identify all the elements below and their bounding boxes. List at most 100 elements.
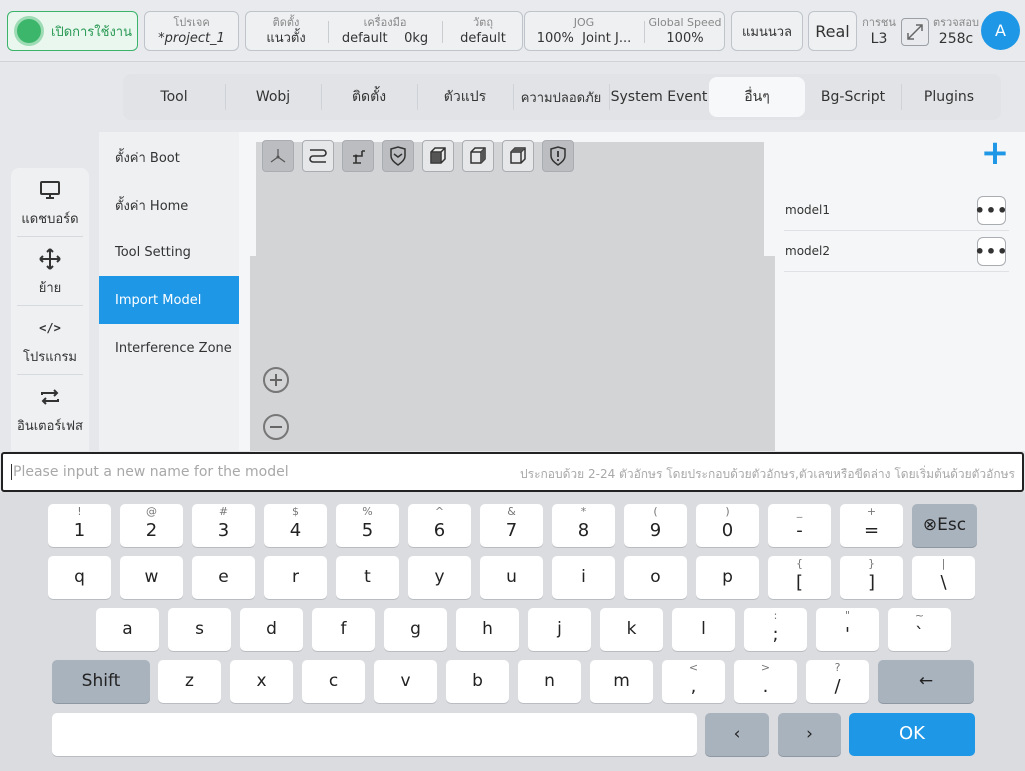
space-key[interactable] [52,713,697,756]
key-j[interactable]: j [528,608,591,651]
robot-arm-icon[interactable] [342,140,374,172]
key-/[interactable]: ? / [806,660,869,703]
key-4[interactable]: $4 [264,504,327,547]
key-r[interactable]: r [264,556,327,599]
key-'[interactable]: " ' [816,608,879,651]
key-5[interactable]: % 5 [336,504,399,547]
key-h[interactable]: h [456,608,519,651]
cube-side-icon[interactable] [462,140,494,172]
key-1[interactable]: ! 1 [48,504,111,547]
key-w[interactable]: w [120,556,183,599]
menu-boot-settings[interactable]: ตั้งค่า Boot [99,133,239,181]
tab-plugins[interactable]: Plugins [901,74,997,120]
manual-button[interactable]: แมนนวล [731,11,803,51]
key--[interactable]: _ - [768,504,831,547]
more-options-button[interactable]: ••• [975,237,1007,266]
key-0[interactable]: ) 0 [696,504,759,547]
key-p[interactable]: p [696,556,759,599]
key-.[interactable]: >. [734,660,797,703]
ok-button[interactable]: OK [849,713,975,756]
key-f[interactable]: f [312,608,375,651]
key-i[interactable]: i [552,556,615,599]
menu-interference-zone[interactable]: Interference Zone [99,324,239,372]
model-row[interactable]: model2 ••• [784,231,1009,272]
tab-safety[interactable]: ความปลอดภัย [513,74,609,120]
expand-icon[interactable] [901,18,929,46]
tab-wobj[interactable]: Wobj [225,74,321,120]
model-name-input[interactable]: Please input a new name for the model ปร… [1,452,1024,492]
menu-home-settings[interactable]: ตั้งค่า Home [99,181,239,229]
axis-view-icon[interactable] [262,140,294,172]
tab-mount[interactable]: ติดตั้ง [321,74,417,120]
tab-system-event[interactable]: System Event [609,74,709,120]
key-shift-label: % [362,505,373,518]
tab-others[interactable]: อื่นๆ [709,77,805,117]
jog-speed-box[interactable]: JOG 100% Joint J... Global Speed 100% [524,11,725,51]
key-=[interactable]: + = [840,504,903,547]
key-3[interactable]: #3 [192,504,255,547]
tab-variables[interactable]: ตัวแปร [417,74,513,120]
key-u[interactable]: u [480,556,543,599]
cube-top-icon[interactable] [502,140,534,172]
path-icon[interactable] [302,140,334,172]
menu-tool-setting[interactable]: Tool Setting [99,228,239,276]
real-button[interactable]: Real [808,11,857,51]
shift-key[interactable]: Shift [52,660,150,703]
key-`[interactable]: ~ ` [888,608,951,651]
key-e[interactable]: e [192,556,255,599]
key-x[interactable]: x [230,660,293,703]
key-k[interactable]: k [600,608,663,651]
tab-tool[interactable]: Tool [123,74,225,120]
backspace-key[interactable]: ← [878,660,974,703]
key-o[interactable]: o [624,556,687,599]
key-[[interactable]: {[ [768,556,831,599]
nav-interface[interactable]: อินเตอร์เฟส [11,375,89,443]
shield-check-icon[interactable] [382,140,414,172]
cursor-right-key[interactable]: › [778,713,841,756]
key-\[interactable]: | \ [912,556,975,599]
key-;[interactable]: :; [744,608,807,651]
menu-import-model[interactable]: Import Model [99,276,239,324]
mount-tool-object-box[interactable]: ติดตั้ง แนวตั้ง เครื่องมือ default 0kg ว… [245,11,523,51]
key-z[interactable]: z [158,660,221,703]
key-2[interactable]: @2 [120,504,183,547]
key-q[interactable]: q [48,556,111,599]
key-b[interactable]: b [446,660,509,703]
cursor-left-key[interactable]: ‹ [705,713,769,756]
key-6[interactable]: ^ 6 [408,504,471,547]
project-box[interactable]: โปรเจค *project_1 [144,11,239,51]
esc-key[interactable]: ⊗Esc [912,504,977,547]
key-m[interactable]: m [590,660,653,703]
key-y[interactable]: y [408,556,471,599]
check-status[interactable]: ตรวจสอบ 258c [932,0,980,48]
key-s[interactable]: s [168,608,231,651]
zoom-in-icon[interactable] [263,367,289,393]
key-n[interactable]: n [518,660,581,703]
key-8[interactable]: * 8 [552,504,615,547]
nav-dashboard[interactable]: แดชบอร์ด [11,168,89,236]
key-g[interactable]: g [384,608,447,651]
zoom-out-icon[interactable] [263,414,289,440]
model-viewer-canvas[interactable] [250,256,775,451]
enable-button[interactable]: เปิดการใช้งาน [7,11,138,51]
nav-program[interactable]: </> โปรแกรม [11,306,89,374]
shield-alert-icon[interactable] [542,140,574,172]
add-model-button[interactable]: + [979,136,1011,170]
key-v[interactable]: v [374,660,437,703]
key-,[interactable]: <, [662,660,725,703]
key-d[interactable]: d [240,608,303,651]
key-7[interactable]: & 7 [480,504,543,547]
key-c[interactable]: c [302,660,365,703]
more-options-button[interactable]: ••• [975,196,1007,225]
model-row[interactable]: model1 ••• [784,190,1009,231]
nav-move[interactable]: ย้าย [11,237,89,305]
user-avatar[interactable]: A [981,11,1020,50]
key-a[interactable]: a [96,608,159,651]
collision-level[interactable]: การชน L3 [861,0,897,48]
key-l[interactable]: l [672,608,735,651]
key-][interactable]: }] [840,556,903,599]
key-t[interactable]: t [336,556,399,599]
key-9[interactable]: (9 [624,504,687,547]
cube-front-icon[interactable] [422,140,454,172]
tab-bg-script[interactable]: Bg-Script [805,74,901,120]
